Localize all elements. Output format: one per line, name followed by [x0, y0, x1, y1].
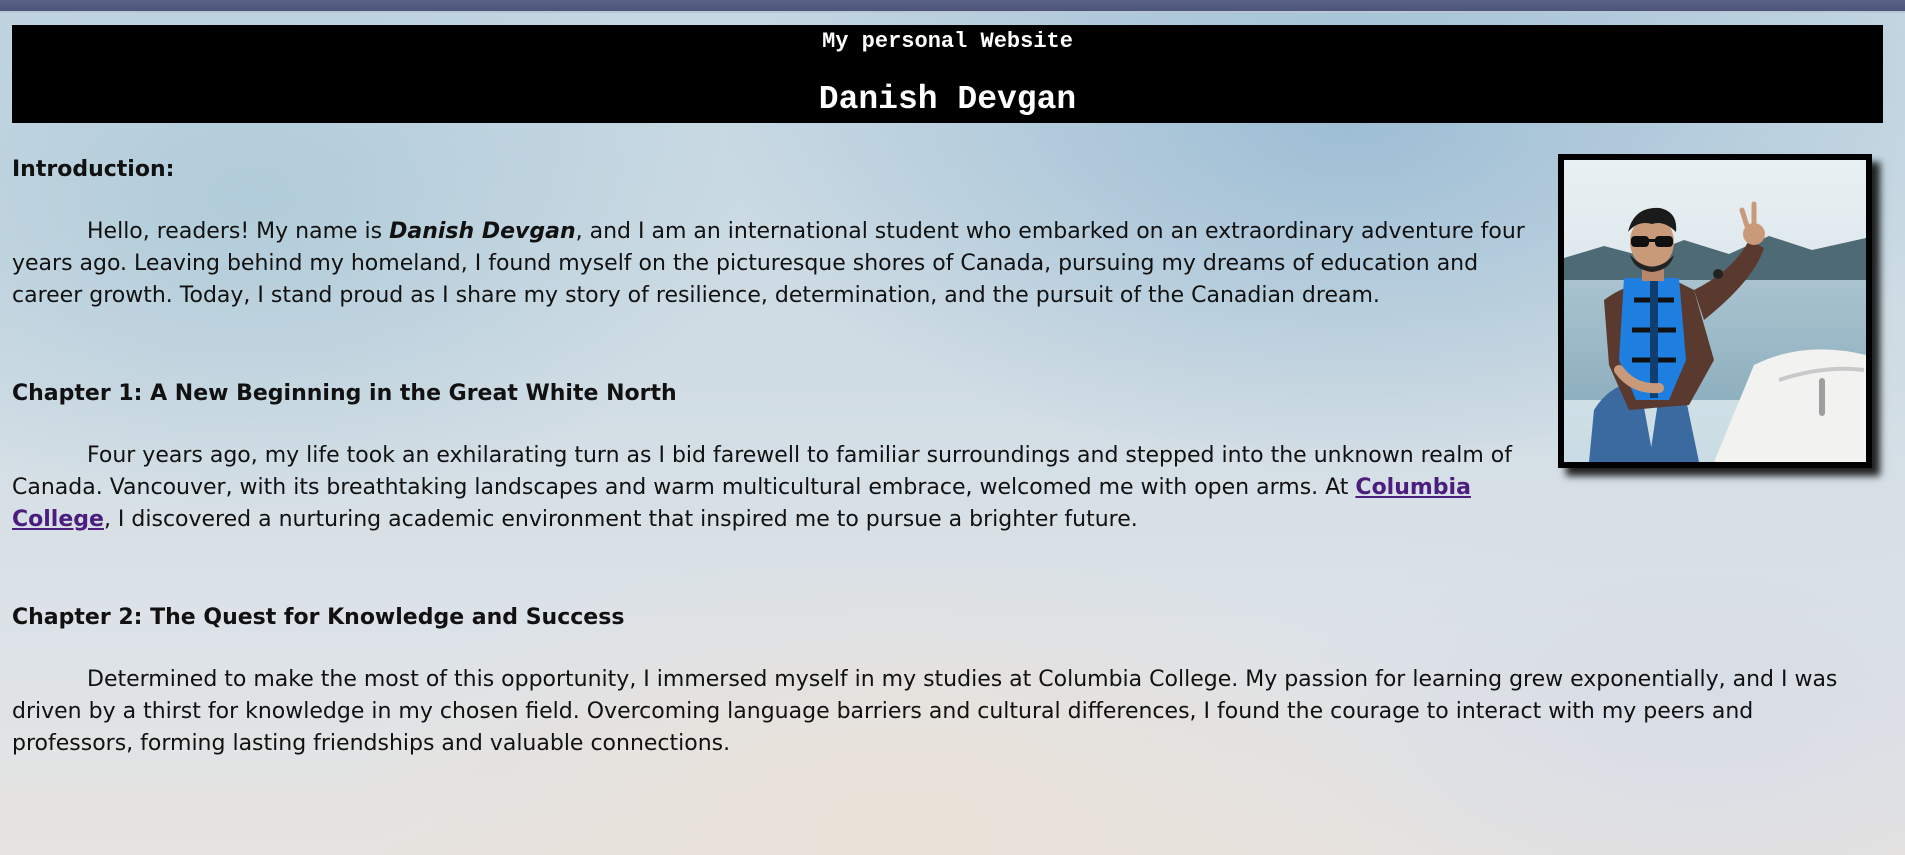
chapter-2-paragraph: Determined to make the most of this oppo… — [12, 667, 1838, 756]
owner-name-heading: Danish Devgan — [818, 81, 1077, 118]
profile-photo — [1558, 154, 1872, 468]
browser-window-strip — [0, 0, 1905, 11]
chapter-1-text-end: , I discovered a nurturing academic envi… — [103, 507, 1138, 532]
browser-window-divider — [0, 11, 1905, 13]
site-header: My personal Website Danish Devgan — [12, 25, 1883, 123]
site-title: My personal Website — [822, 29, 1073, 54]
chapter-2-heading: Chapter 2: The Quest for Knowledge and S… — [12, 605, 625, 630]
intro-text-start: Hello, readers! My name is — [87, 219, 390, 244]
chapter-1-text-start: Four years ago, my life took an exhilara… — [12, 443, 1512, 500]
author-name: Danish Devgan — [389, 219, 576, 244]
main-content: Introduction: Hello, readers! My name is… — [12, 150, 1872, 760]
